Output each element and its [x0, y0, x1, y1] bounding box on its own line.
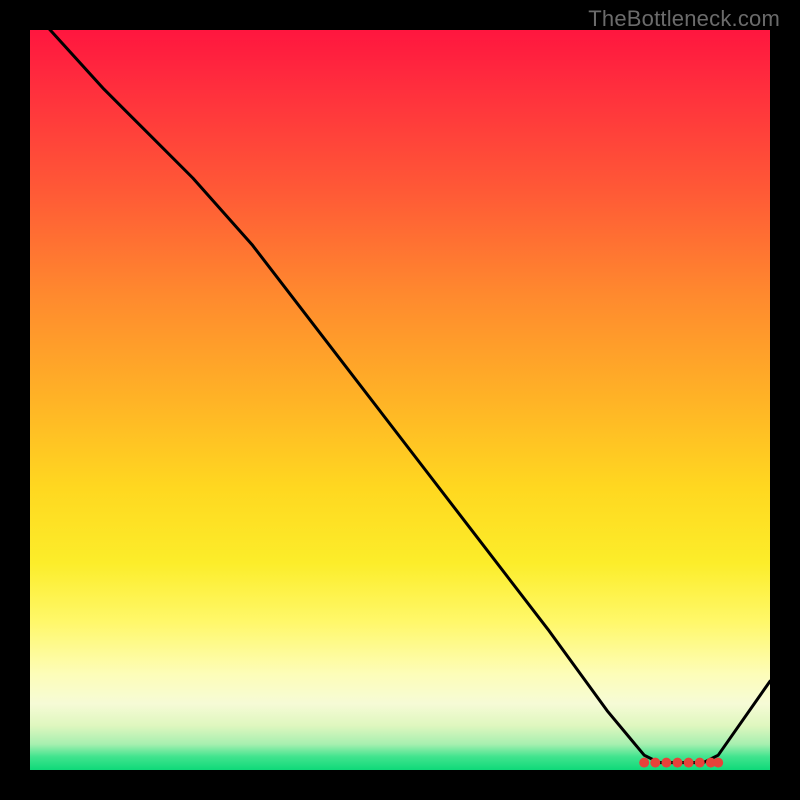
optimum-markers — [639, 758, 723, 768]
chart-svg — [30, 30, 770, 770]
bottleneck-curve — [30, 30, 770, 763]
optimum-marker — [673, 758, 683, 768]
optimum-marker — [661, 758, 671, 768]
chart-area — [30, 30, 770, 770]
watermark: TheBottleneck.com — [588, 6, 780, 32]
optimum-marker — [695, 758, 705, 768]
optimum-marker — [713, 758, 723, 768]
optimum-marker — [684, 758, 694, 768]
optimum-marker — [650, 758, 660, 768]
optimum-marker — [639, 758, 649, 768]
